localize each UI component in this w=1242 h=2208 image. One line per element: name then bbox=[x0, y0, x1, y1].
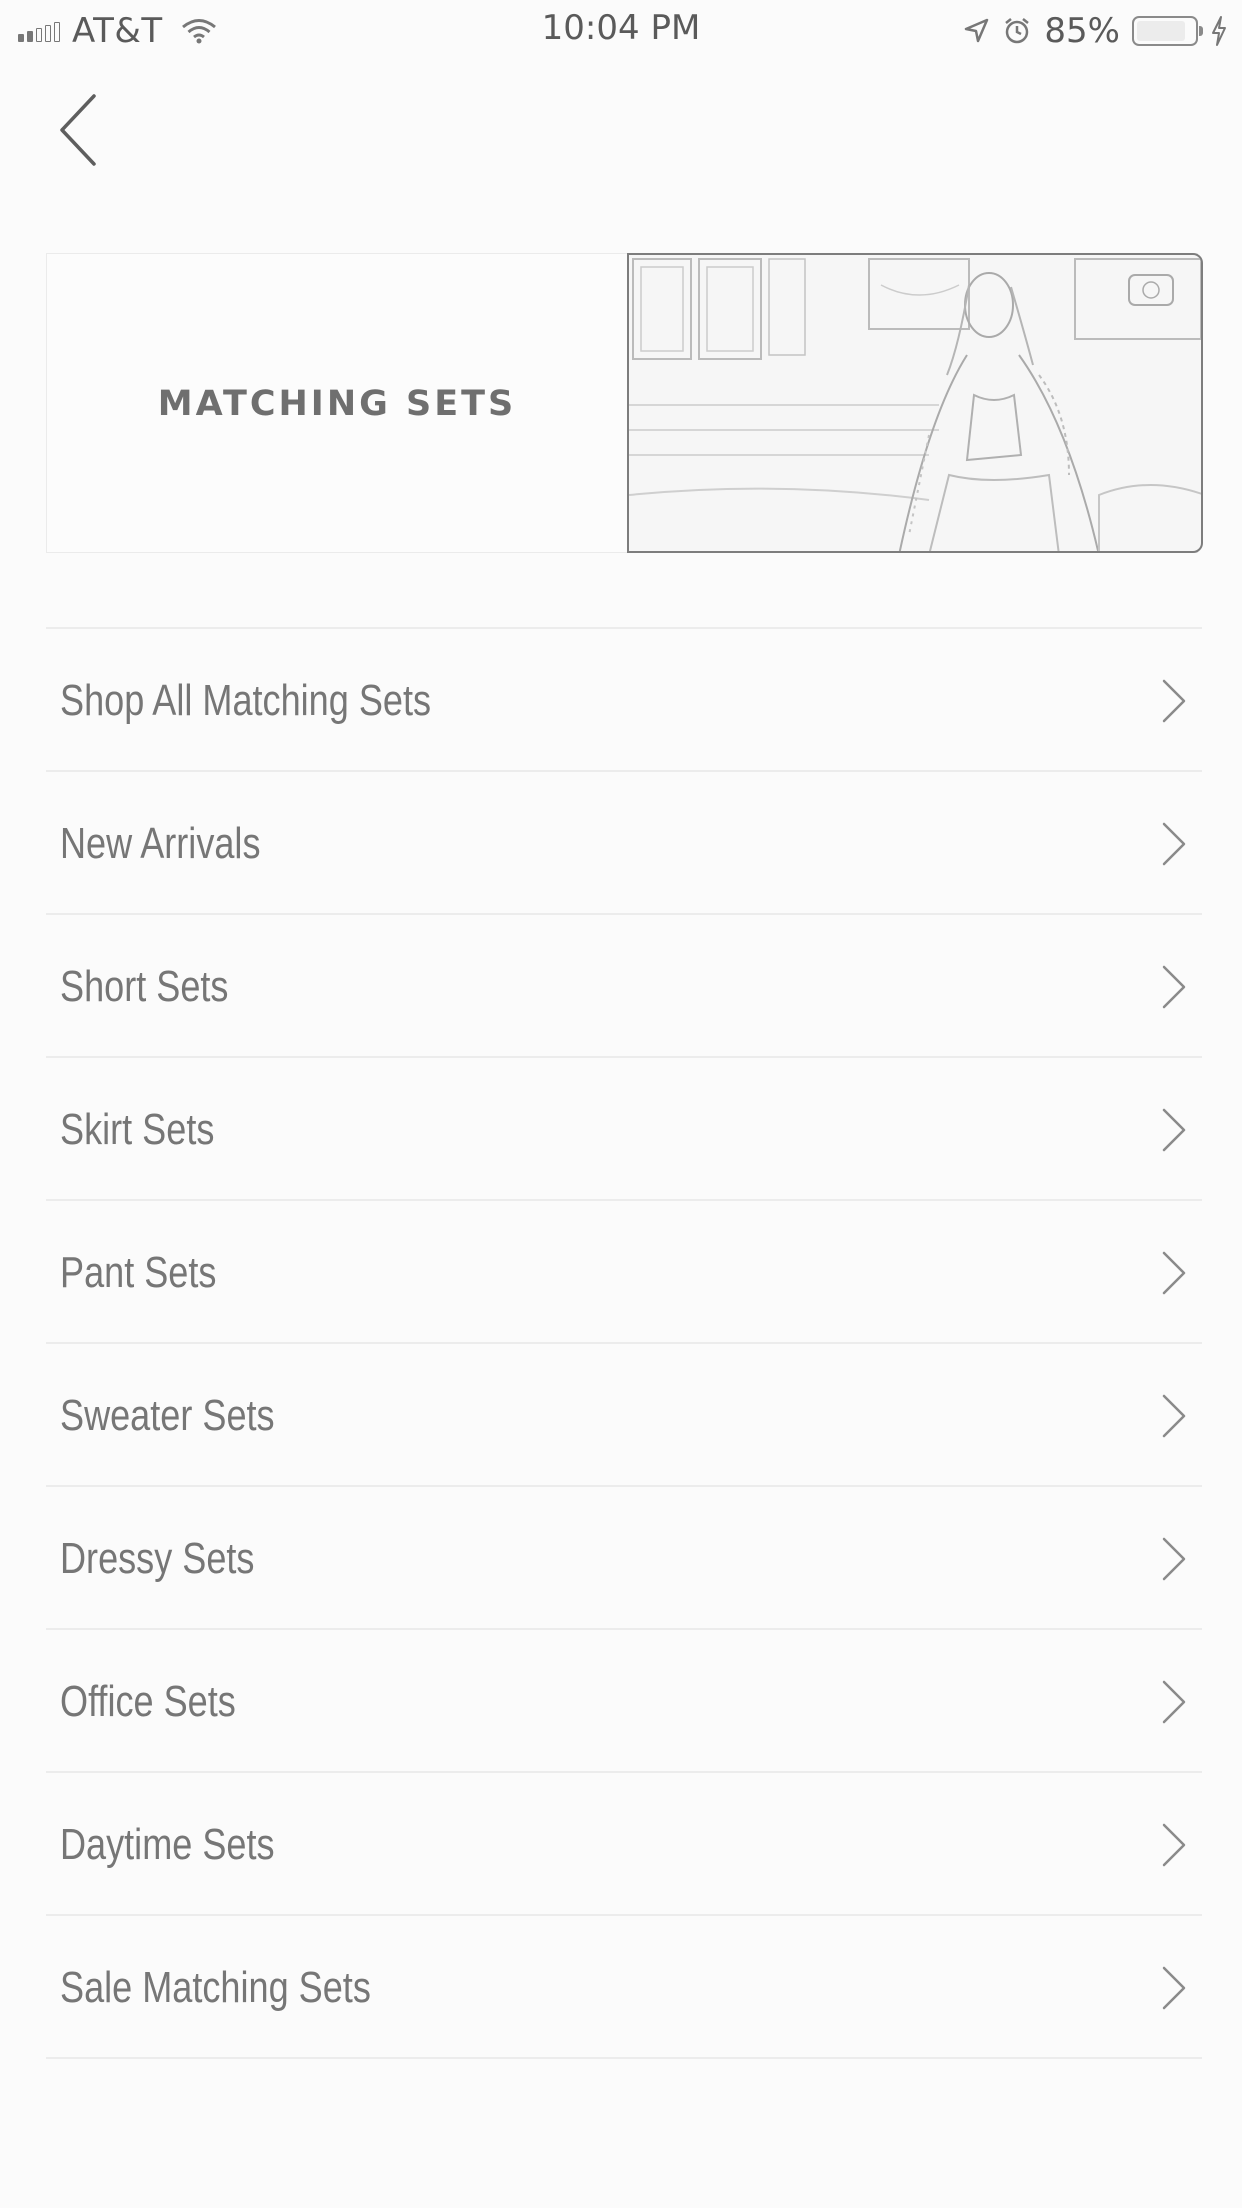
menu-item-dressy-sets[interactable]: Dressy Sets bbox=[46, 1487, 1202, 1630]
battery-level-fill bbox=[1137, 21, 1185, 41]
menu-item-skirt-sets[interactable]: Skirt Sets bbox=[46, 1058, 1202, 1201]
photo-sketch bbox=[629, 257, 1201, 551]
back-chevron-icon[interactable] bbox=[52, 90, 112, 170]
menu-item-sweater-sets[interactable]: Sweater Sets bbox=[46, 1344, 1202, 1487]
battery-icon bbox=[1132, 16, 1203, 46]
menu-item-label: Office Sets bbox=[60, 1677, 236, 1726]
menu-item-label: Pant Sets bbox=[60, 1248, 217, 1297]
chevron-right-icon bbox=[1162, 679, 1186, 723]
banner-title: MATCHING SETS bbox=[157, 384, 517, 424]
chevron-right-icon bbox=[1162, 965, 1186, 1009]
status-right: 85% bbox=[962, 10, 1228, 52]
banner-fashion-photo bbox=[627, 252, 1203, 553]
menu-item-pant-sets[interactable]: Pant Sets bbox=[46, 1201, 1202, 1344]
location-icon bbox=[965, 18, 989, 43]
charging-icon bbox=[1212, 16, 1226, 46]
menu-item-new-arrivals[interactable]: New Arrivals bbox=[46, 772, 1202, 915]
chevron-right-icon bbox=[1162, 1823, 1186, 1867]
menu-item-shop-all-matching-sets[interactable]: Shop All Matching Sets bbox=[46, 629, 1202, 772]
menu-item-label: Skirt Sets bbox=[60, 1105, 215, 1154]
menu-item-label: Daytime Sets bbox=[60, 1820, 275, 1869]
chevron-right-icon bbox=[1162, 1537, 1186, 1581]
chevron-right-icon bbox=[1162, 822, 1186, 866]
menu-item-label: Sale Matching Sets bbox=[60, 1963, 371, 2012]
menu-item-sale-matching-sets[interactable]: Sale Matching Sets bbox=[46, 1916, 1202, 2059]
menu-item-short-sets[interactable]: Short Sets bbox=[46, 915, 1202, 1058]
chevron-right-icon bbox=[1162, 1394, 1186, 1438]
menu-item-label: New Arrivals bbox=[60, 819, 261, 868]
alarm-icon bbox=[1005, 18, 1030, 44]
chevron-right-icon bbox=[1162, 1966, 1186, 2010]
battery-percentage: 85% bbox=[1044, 11, 1120, 51]
menu-item-label: Dressy Sets bbox=[60, 1534, 255, 1583]
chevron-right-icon bbox=[1162, 1108, 1186, 1152]
category-banner[interactable]: MATCHING SETS bbox=[46, 252, 1203, 553]
chevron-right-icon bbox=[1162, 1251, 1186, 1295]
menu-item-label: Short Sets bbox=[60, 962, 229, 1011]
menu-item-label: Shop All Matching Sets bbox=[60, 676, 432, 725]
status-bar: AT&T 10:04 PM 85% bbox=[0, 0, 1242, 62]
menu-item-label: Sweater Sets bbox=[60, 1391, 275, 1440]
menu-item-daytime-sets[interactable]: Daytime Sets bbox=[46, 1773, 1202, 1916]
category-menu-list: Shop All Matching Sets New Arrivals Shor… bbox=[46, 627, 1202, 2059]
chevron-right-icon bbox=[1162, 1680, 1186, 1724]
menu-item-office-sets[interactable]: Office Sets bbox=[46, 1630, 1202, 1773]
